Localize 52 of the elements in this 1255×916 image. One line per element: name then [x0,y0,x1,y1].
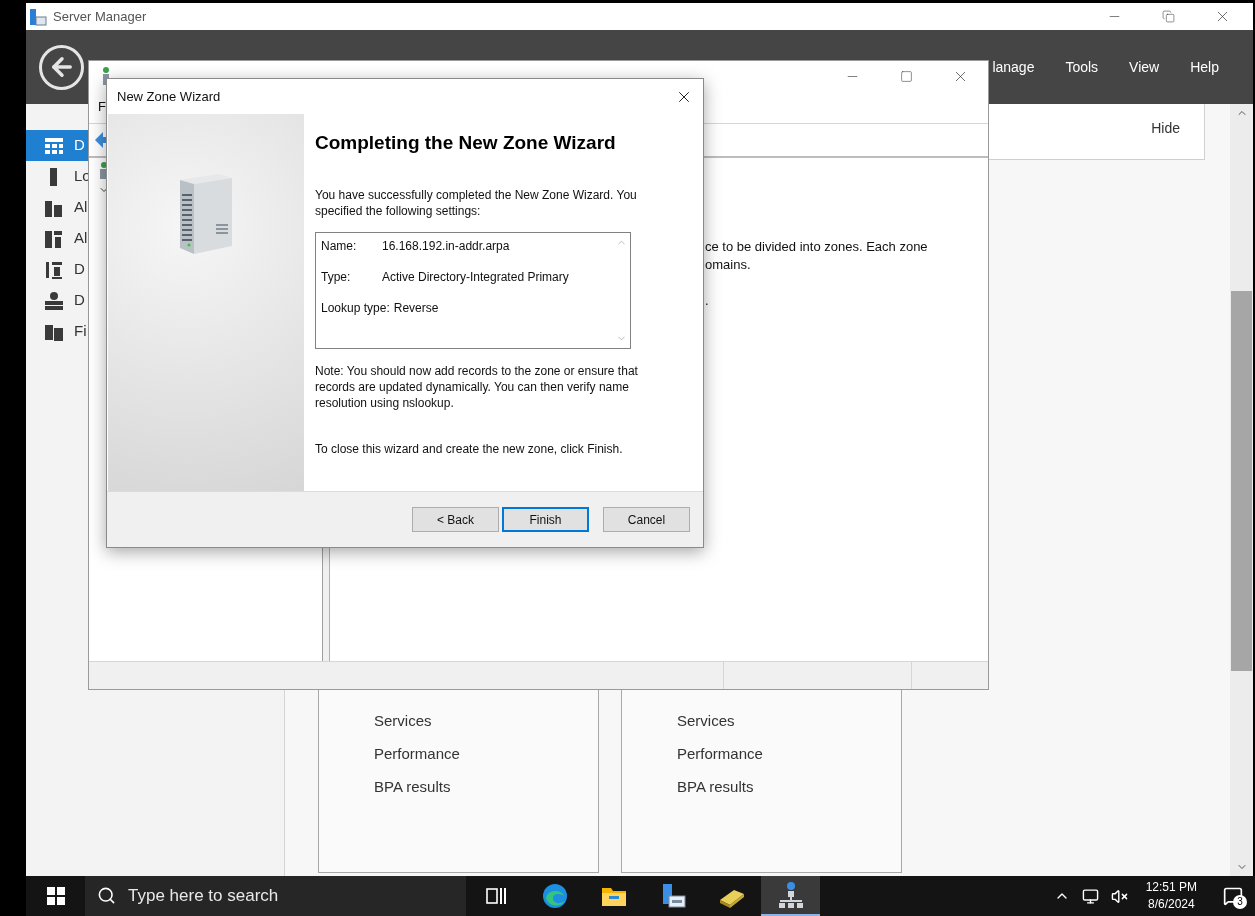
dialog-button[interactable]: Finish [502,507,589,532]
clock-time: 12:51 PM [1145,879,1197,896]
setting-label: Name: [321,237,358,255]
maximize-icon[interactable] [899,69,913,83]
hide-button[interactable]: Hide [1151,118,1180,136]
tile-link[interactable]: Performance [374,743,598,763]
note-text: Note: You should now add records to the zone or ensure that records are updated dynamically. You can then verify name resolution using nslookup. [315,362,639,411]
user-server-icon [44,290,64,311]
menu-item[interactable]: F [98,97,106,117]
menu-item[interactable]: lanage [992,56,1035,78]
tile-link[interactable]: BPA results [677,776,901,796]
clock[interactable]: 12:51 PM 8/6/2024 [1139,879,1203,913]
setting-value: Active Directory-Integrated Primary [382,268,569,286]
search-field[interactable]: Type here to search [85,876,466,916]
network-icon[interactable] [1081,887,1099,905]
windows-logo-icon [46,887,65,905]
tools-icon [44,259,64,280]
tile-link[interactable]: Performance [677,743,901,763]
tile-link[interactable]: Services [374,710,598,730]
menu-item[interactable]: Help [1190,56,1219,78]
dialog-title: New Zone Wizard [117,87,221,106]
description-text: omains. [705,256,751,274]
task-view-icon [484,885,507,907]
tile-link[interactable]: Services [677,710,901,730]
wizard-heading: Completing the New Zone Wizard [315,131,617,155]
servers-icon [44,228,64,249]
volume-muted-icon[interactable] [1110,887,1128,905]
network-tree-icon [776,881,805,909]
description-text: ce to be divided into zones. Each zone [705,238,928,256]
description-text: . [705,292,709,310]
closing-text: To close this wizard and create the new zone, click Finish. [315,440,624,457]
server-manager-icon [29,7,47,26]
taskbar-button[interactable] [761,876,820,916]
tile-link[interactable]: BPA results [374,776,598,796]
setting-value: 16.168.192.in-addr.arpa [382,237,510,255]
intro-text: You have successfully completed the New Zone Wizard. You specified the following settings: [315,186,638,219]
restore-icon[interactable] [1161,10,1175,23]
server-tower-icon [178,172,234,256]
back-button[interactable] [39,44,84,90]
menu-item[interactable]: View [1129,56,1160,78]
dialog-button[interactable]: < Back [412,507,499,532]
setting-value: Reverse [393,299,439,317]
grid-icon [44,135,64,156]
window-title: Server Manager [53,7,147,26]
browser-icon [540,882,569,910]
menu-item[interactable]: Tools [1065,56,1099,78]
search-icon [97,886,116,905]
setting-label: Type: [321,268,352,286]
dialog-button[interactable]: Cancel [603,507,690,532]
clock-date: 8/6/2024 [1147,896,1195,913]
notification-count: 3 [1233,895,1247,909]
setting-label: Lookup type: [321,299,391,317]
